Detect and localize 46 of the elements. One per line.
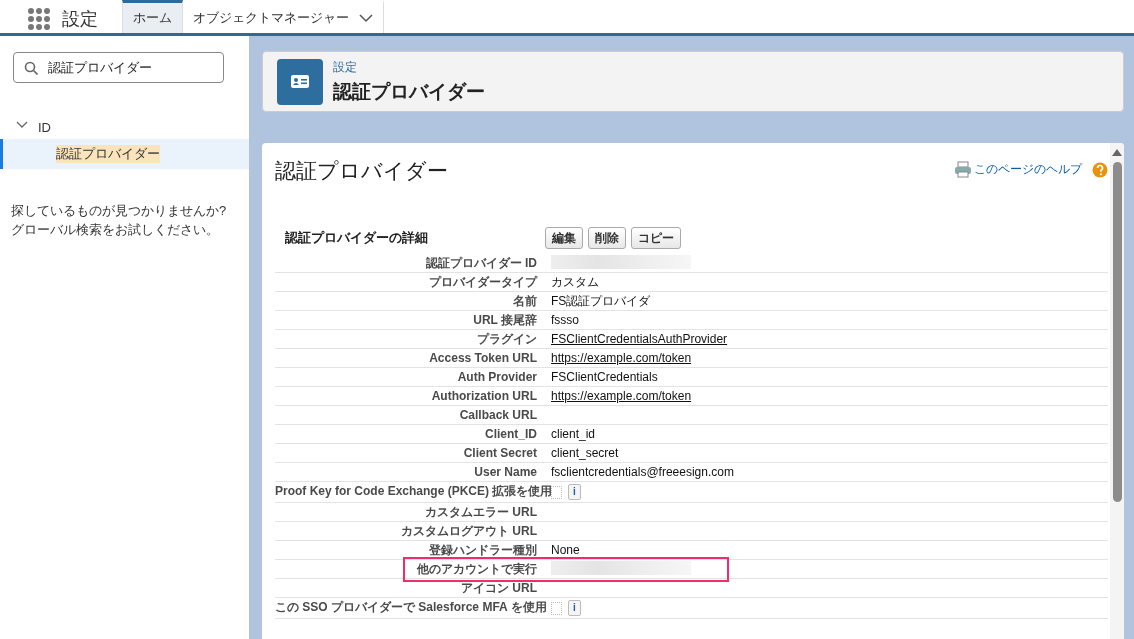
field-value: client_secret [551, 446, 619, 460]
field-label: Auth Provider [456, 369, 538, 386]
action-button[interactable]: コピー [631, 227, 681, 249]
field-label: この SSO プロバイダーで Salesforce MFA を使用 [275, 599, 548, 616]
field-label: Access Token URL [428, 350, 538, 367]
nav-tab[interactable]: ホーム [122, 0, 183, 33]
info-button[interactable]: i [568, 600, 581, 616]
field-label: カスタムエラー URL [424, 504, 538, 521]
field-label: カスタムログアウト URL [400, 523, 538, 540]
field-label: Proof Key for Code Exchange (PKCE) 拡張を使用 [275, 483, 551, 500]
section-title: 認証プロバイダー [275, 158, 448, 184]
field-value: None [551, 543, 580, 557]
search-field[interactable]: 認証プロバイダー [13, 52, 224, 83]
field-label: 他のアカウントで実行 [416, 561, 538, 578]
field-label: User Name [473, 464, 538, 481]
field-value: カスタム [551, 275, 599, 289]
field-label: 名前 [512, 293, 538, 310]
field-label: プラグイン [476, 331, 538, 348]
field-label: Callback URL [458, 407, 538, 424]
field-link[interactable]: https://example.com/token [551, 389, 692, 403]
app-title: 設定 [62, 8, 98, 31]
field-link[interactable]: https://example.com/token [551, 351, 692, 365]
help-link[interactable]: このページのヘルプ [974, 161, 1082, 178]
section-heading: 認証プロバイダーの詳細 [284, 229, 429, 247]
help-text: 探しているものが見つかりませんか? グローバル検索をお試しください。 [11, 202, 228, 239]
field-label: URL 接尾辞 [472, 312, 538, 329]
field-value: fsclientcredentials@freeesign.com [551, 465, 734, 479]
page-title: 認証プロバイダー [333, 79, 485, 104]
field-value: FS認証プロバイダ [551, 294, 651, 308]
field-value: fssso [551, 313, 579, 327]
field-label: Client Secret [462, 445, 538, 462]
action-button[interactable]: 削除 [588, 227, 626, 249]
action-button[interactable]: 編集 [545, 227, 583, 249]
field-label: アイコン URL [460, 580, 538, 597]
field-label: プロバイダータイプ [428, 274, 539, 291]
field-label: 登録ハンドラー種別 [428, 542, 538, 559]
field-label: 認証プロバイダー ID [424, 255, 538, 272]
field-label: Client_ID [484, 426, 538, 443]
info-button[interactable]: i [568, 484, 581, 500]
tree-item[interactable]: 認証プロバイダー [0, 139, 249, 169]
field-value: client_id [551, 427, 596, 441]
breadcrumb-link[interactable]: 設定 [333, 58, 485, 76]
field-label: Authorization URL [430, 388, 538, 405]
field-link[interactable]: FSClientCredentialsAuthProvider [551, 332, 728, 346]
tree-item[interactable]: ID [0, 115, 249, 139]
field-value: FSClientCredentials [551, 370, 658, 384]
